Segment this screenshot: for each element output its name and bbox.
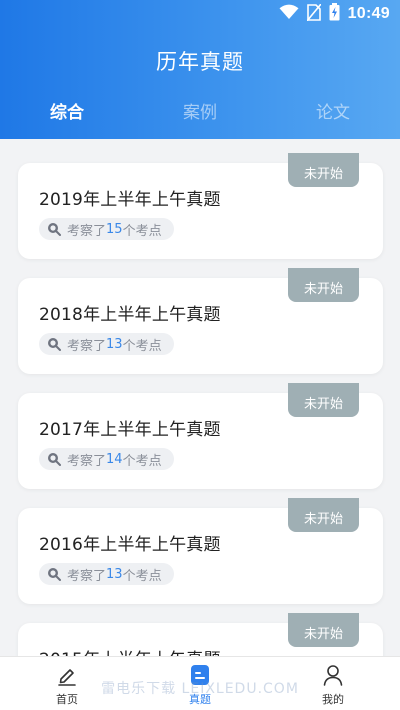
tag-prefix: 考察了 bbox=[67, 223, 107, 239]
exam-card-2015[interactable]: 未开始 2015年上半年上午真题 bbox=[18, 623, 383, 656]
points-tag: 考察了 15 个考点 bbox=[39, 218, 174, 240]
tag-count: 13 bbox=[106, 566, 123, 582]
tab-bar: 综合 案例 论文 bbox=[0, 98, 400, 126]
tab-comprehensive[interactable]: 综合 bbox=[50, 98, 84, 123]
pencil-icon bbox=[37, 663, 97, 687]
wifi-icon bbox=[279, 4, 299, 24]
search-icon bbox=[47, 567, 61, 581]
no-sim-icon bbox=[305, 2, 322, 25]
tag-suffix: 个考点 bbox=[122, 568, 162, 584]
header: 10:49 历年真题 综合 案例 论文 bbox=[0, 0, 400, 139]
nav-label: 真题 bbox=[189, 693, 211, 706]
screen: 10:49 历年真题 综合 案例 论文 未开始 2019年上半年上午真题 考察了… bbox=[0, 0, 400, 710]
status-badge: 未开始 bbox=[288, 163, 359, 187]
points-tag: 考察了 14 个考点 bbox=[39, 448, 174, 470]
page-title: 历年真题 bbox=[156, 50, 244, 74]
exam-card-2017[interactable]: 未开始 2017年上半年上午真题 考察了 14 个考点 bbox=[18, 393, 383, 489]
nav-home[interactable]: 首页 bbox=[37, 663, 97, 707]
points-tag: 考察了 13 个考点 bbox=[39, 333, 174, 355]
card-title: 2017年上半年上午真题 bbox=[39, 420, 221, 440]
tag-prefix: 考察了 bbox=[67, 568, 107, 584]
card-title: 2016年上半年上午真题 bbox=[39, 535, 221, 555]
battery-charging-icon bbox=[329, 3, 340, 25]
card-title: 2018年上半年上午真题 bbox=[39, 305, 221, 325]
person-icon bbox=[303, 663, 363, 687]
bottom-nav: 首页 真题 我的 bbox=[0, 656, 400, 710]
exam-card-2016[interactable]: 未开始 2016年上半年上午真题 考察了 13 个考点 bbox=[18, 508, 383, 604]
status-badge: 未开始 bbox=[288, 623, 359, 647]
status-bar: 10:49 bbox=[0, 0, 400, 28]
card-title: 2019年上半年上午真题 bbox=[39, 190, 221, 210]
nav-profile[interactable]: 我的 bbox=[303, 663, 363, 707]
status-badge: 未开始 bbox=[288, 508, 359, 532]
tag-suffix: 个考点 bbox=[122, 453, 162, 469]
tag-count: 13 bbox=[106, 336, 123, 352]
status-badge: 未开始 bbox=[288, 393, 359, 417]
tab-case[interactable]: 案例 bbox=[183, 98, 217, 123]
tag-count: 15 bbox=[106, 221, 123, 237]
card-title: 2015年上半年上午真题 bbox=[39, 645, 221, 656]
search-icon bbox=[47, 337, 61, 351]
status-badge: 未开始 bbox=[288, 278, 359, 302]
tag-prefix: 考察了 bbox=[67, 453, 107, 469]
nav-exams[interactable]: 真题 bbox=[170, 663, 230, 707]
tag-suffix: 个考点 bbox=[122, 223, 162, 239]
nav-label: 我的 bbox=[322, 693, 344, 706]
exam-card-2019[interactable]: 未开始 2019年上半年上午真题 考察了 15 个考点 bbox=[18, 163, 383, 259]
points-tag: 考察了 13 个考点 bbox=[39, 563, 174, 585]
tag-suffix: 个考点 bbox=[122, 338, 162, 354]
nav-label: 首页 bbox=[56, 693, 78, 706]
tab-essay[interactable]: 论文 bbox=[316, 98, 350, 123]
exam-list: 未开始 2019年上半年上午真题 考察了 15 个考点 未开始 2018年上半年… bbox=[0, 139, 400, 656]
exam-card-2018[interactable]: 未开始 2018年上半年上午真题 考察了 13 个考点 bbox=[18, 278, 383, 374]
search-icon bbox=[47, 452, 61, 466]
search-icon bbox=[47, 222, 61, 236]
status-time: 10:49 bbox=[347, 5, 390, 22]
document-icon bbox=[170, 663, 230, 687]
tag-count: 14 bbox=[106, 451, 123, 467]
status-icons: 10:49 bbox=[279, 2, 390, 25]
tag-prefix: 考察了 bbox=[67, 338, 107, 354]
